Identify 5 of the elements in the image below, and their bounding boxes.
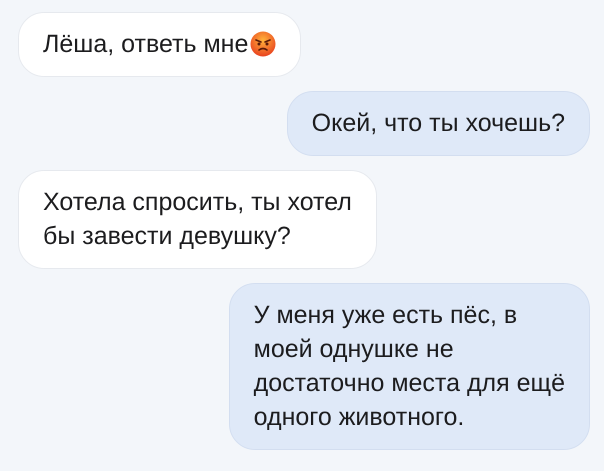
message-text: Окей, что ты хочешь? bbox=[312, 108, 565, 139]
angry-face-icon bbox=[250, 31, 276, 57]
message-text: Хотела спросить, ты хотел бы завести девушку? bbox=[43, 187, 352, 252]
message-text: У меня уже есть пёс, в моей однушке не достаточно места для ещё одного животного. bbox=[254, 300, 565, 433]
message-text: Лёша, ответь мне bbox=[43, 29, 248, 60]
